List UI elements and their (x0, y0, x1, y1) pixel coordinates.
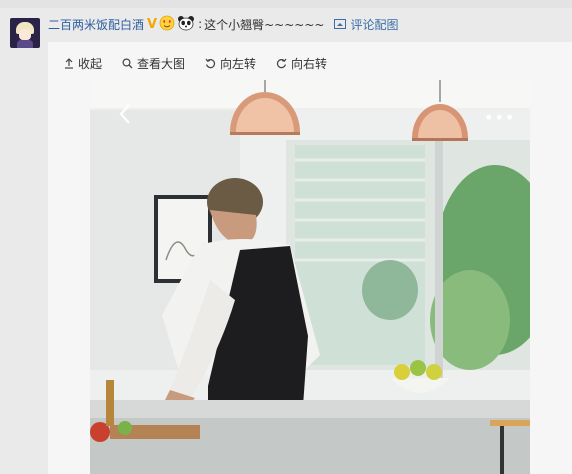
image-toolbar: 收起 查看大图 向左转 向右转 (64, 54, 347, 72)
prev-image-arrow-icon[interactable] (116, 102, 136, 126)
image-icon (334, 19, 347, 29)
collapse-label: 收起 (78, 56, 103, 71)
top-divider (0, 0, 572, 8)
comment-text: 这个小翘臀~~~~~~ (204, 17, 325, 32)
comment-line: 二百两米饭配白酒 V : 这个小翘臀~~~~~~ 评论配图 (48, 15, 398, 33)
love-face-emoji-icon (159, 15, 175, 34)
more-options-icon[interactable]: ••• (484, 108, 515, 127)
view-large-label: 查看大图 (137, 56, 186, 71)
rotate-left-button[interactable]: 向左转 (205, 55, 256, 72)
collapse-icon (65, 57, 73, 69)
comment-photo[interactable] (90, 80, 530, 474)
colon-separator: : (198, 17, 203, 31)
view-large-button[interactable]: 查看大图 (122, 55, 185, 72)
comment-image-link[interactable]: 评论配图 (334, 16, 398, 33)
collapse-button[interactable]: 收起 (64, 55, 102, 72)
rotate-right-label: 向右转 (291, 56, 328, 71)
rotate-left-label: 向左转 (220, 56, 257, 71)
rotate-right-icon (276, 58, 287, 68)
verified-badge[interactable]: V (147, 17, 157, 32)
avatar[interactable] (10, 18, 40, 48)
panda-face-emoji-icon (177, 15, 195, 34)
comment-image-label: 评论配图 (350, 17, 399, 32)
username-link[interactable]: 二百两米饭配白酒 (48, 16, 144, 33)
search-icon (122, 57, 133, 68)
rotate-left-icon (205, 58, 216, 68)
rotate-right-button[interactable]: 向右转 (276, 55, 327, 72)
